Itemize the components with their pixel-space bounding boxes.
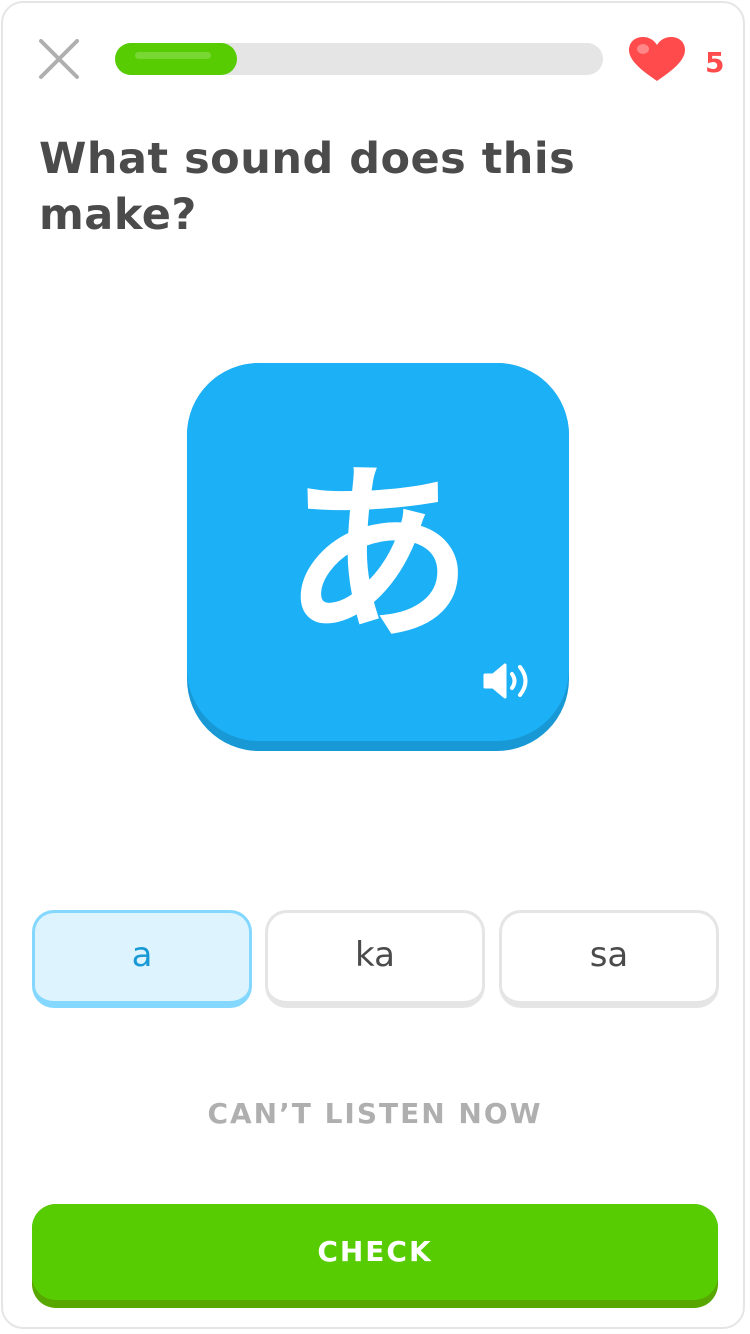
progress-fill <box>115 43 237 75</box>
choice-a[interactable]: a <box>32 910 252 1008</box>
lesson-progress-bar <box>115 43 603 75</box>
cant-listen-now-button[interactable]: CAN’T LISTEN NOW <box>0 1092 750 1136</box>
choice-sa[interactable]: sa <box>499 910 719 1008</box>
character-glyph: あ <box>282 445 473 666</box>
check-button[interactable]: CHECK <box>32 1204 718 1308</box>
choice-ka[interactable]: ka <box>265 910 485 1008</box>
character-card-face: あ <box>187 363 569 741</box>
question-prompt: What sound does this make? <box>39 134 576 240</box>
close-button[interactable] <box>37 37 81 81</box>
check-button-label: CHECK <box>32 1204 718 1300</box>
answer-choices: a ka sa <box>32 910 720 1010</box>
progress-shine <box>135 52 211 59</box>
hearts-count: 5 <box>705 46 725 79</box>
close-icon <box>39 39 79 79</box>
heart-icon <box>629 37 685 81</box>
hearts-indicator[interactable]: 5 <box>627 33 727 85</box>
character-audio-card[interactable]: あ <box>187 363 569 751</box>
speaker-icon <box>483 663 528 699</box>
